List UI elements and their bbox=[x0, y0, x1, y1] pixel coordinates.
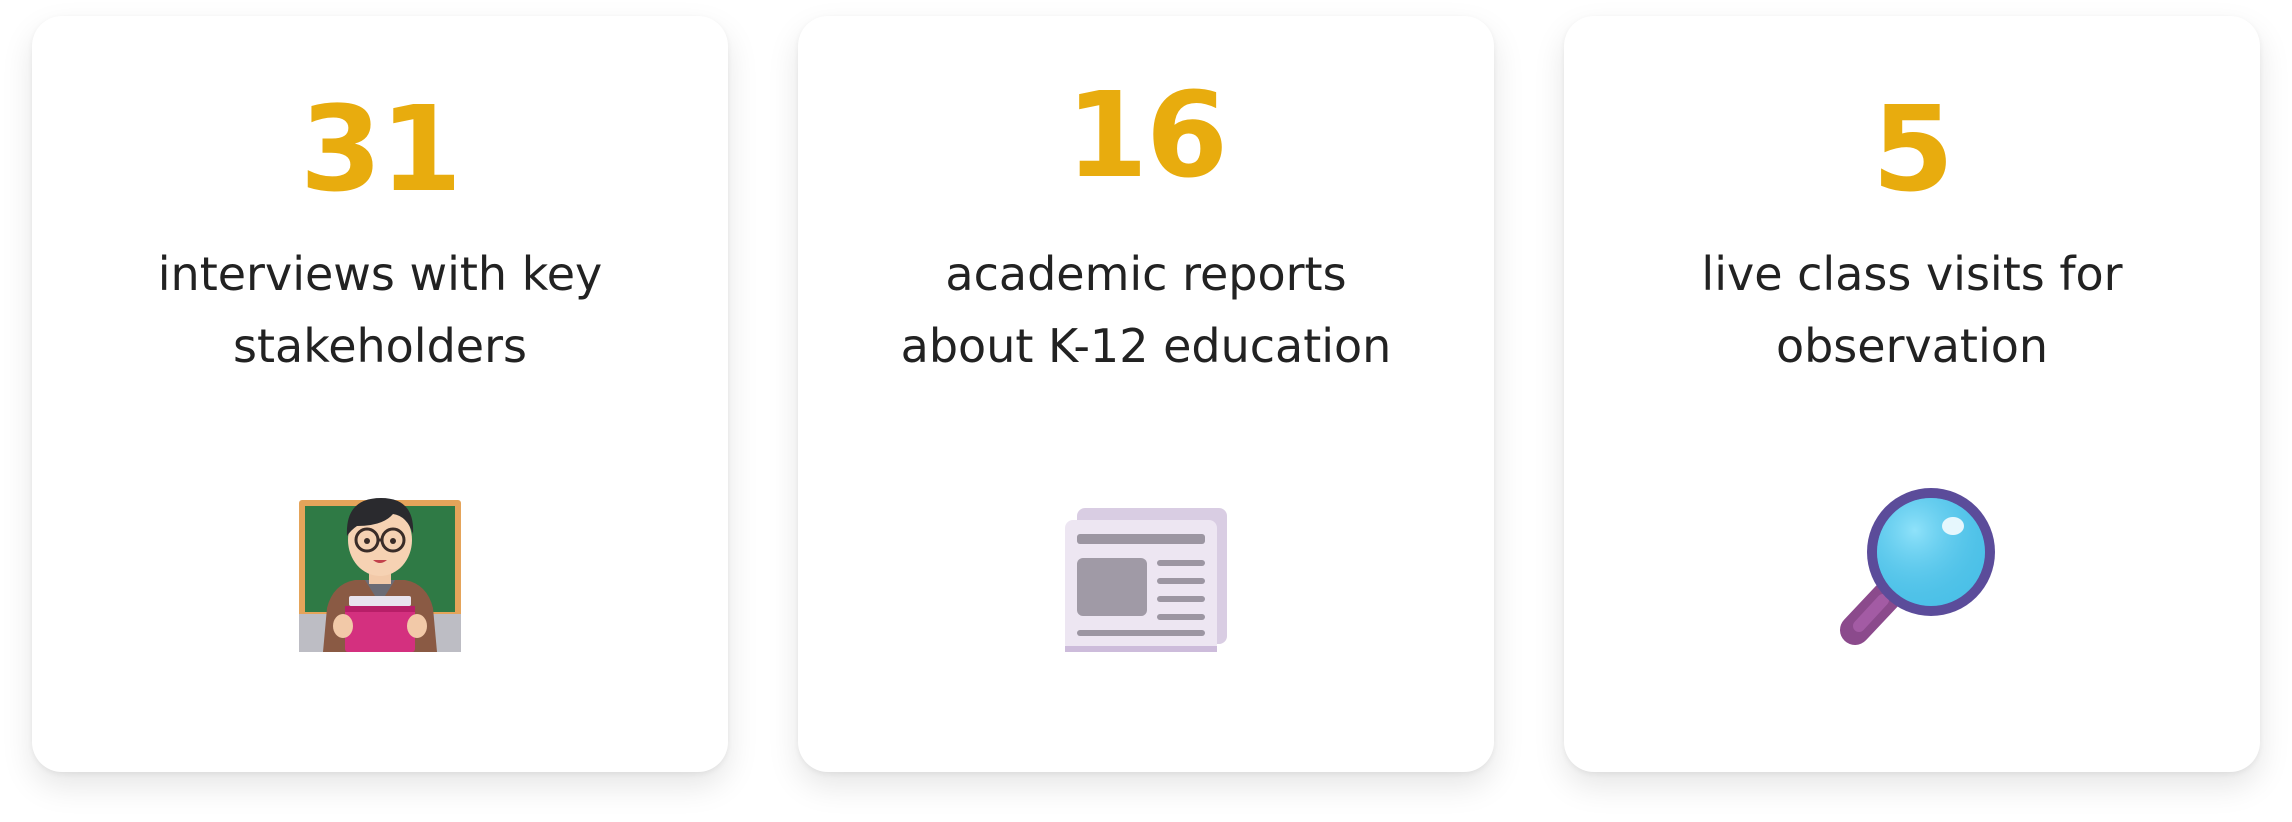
stat-number: 31 bbox=[299, 80, 462, 218]
stat-description-line: stakeholders bbox=[233, 319, 527, 373]
newspaper-icon bbox=[1061, 486, 1231, 656]
stat-description-line: academic reports bbox=[945, 247, 1347, 301]
stats-row: 31 interviews with key stakeholders 16 a… bbox=[0, 0, 2292, 822]
stat-description-line: about K-12 education bbox=[900, 319, 1392, 373]
teacher-icon bbox=[295, 486, 465, 656]
stat-description-line: observation bbox=[1775, 319, 2049, 373]
magnifying-glass-icon bbox=[1827, 486, 1997, 656]
stat-number: 5 bbox=[1871, 80, 1954, 218]
stat-description: live class visits for observation bbox=[1624, 238, 2200, 382]
stat-card-interviews: 31 interviews with key stakeholders bbox=[32, 16, 728, 772]
stat-description: interviews with key stakeholders bbox=[92, 238, 668, 382]
stat-card-reports: 16 academic reports about K-12 education bbox=[798, 16, 1494, 772]
stat-description-line: live class visits for bbox=[1701, 247, 2123, 301]
stat-description-line: interviews with key bbox=[157, 247, 603, 301]
stat-number: 16 bbox=[1065, 66, 1228, 204]
stat-description: academic reports about K-12 education bbox=[858, 238, 1434, 382]
stat-card-class-visits: 5 live class visits for observation bbox=[1564, 16, 2260, 772]
